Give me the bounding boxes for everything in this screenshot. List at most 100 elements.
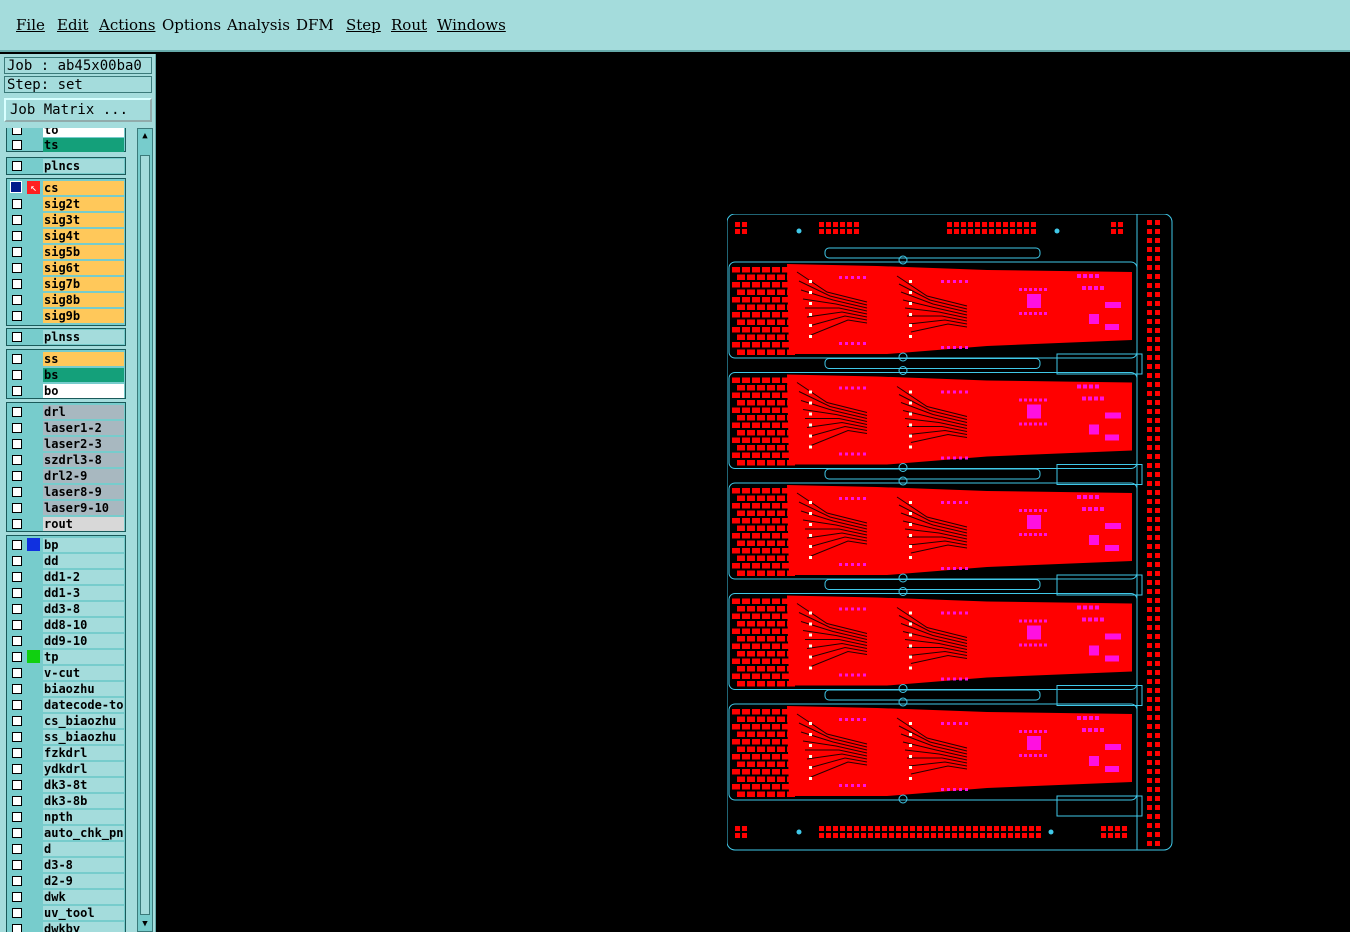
layer-row-sig7b[interactable]: sig7b [7, 276, 125, 292]
menu-windows[interactable]: Windows [437, 16, 506, 34]
layer-row-szdrl3-8[interactable]: szdrl3-8 [7, 452, 125, 468]
layer-checkbox[interactable] [12, 636, 22, 646]
layer-checkbox[interactable] [12, 231, 22, 241]
layer-row-ss[interactable]: ss [7, 351, 125, 367]
layer-row-dd1-3[interactable]: dd1-3 [7, 585, 125, 601]
layer-checkbox[interactable] [12, 620, 22, 630]
layer-row-dk3-8t[interactable]: dk3-8t [7, 777, 125, 793]
layer-checkbox[interactable] [12, 354, 22, 364]
layer-row-ss-biaozhu[interactable]: ss_biaozhu [7, 729, 125, 745]
layer-checkbox[interactable] [12, 684, 22, 694]
layer-checkbox[interactable] [12, 652, 22, 662]
layer-checkbox[interactable] [12, 439, 22, 449]
layer-checkbox[interactable] [12, 556, 22, 566]
layer-row-dd3-8[interactable]: dd3-8 [7, 601, 125, 617]
layer-row-sig3t[interactable]: sig3t [7, 212, 125, 228]
layer-list-scrollbar[interactable]: ▲ ▼ [137, 128, 153, 932]
layer-row-biaozhu[interactable]: biaozhu [7, 681, 125, 697]
layer-checkbox[interactable] [12, 748, 22, 758]
layer-row-plnss[interactable]: plnss [7, 329, 125, 345]
layer-row-dwk[interactable]: dwk [7, 889, 125, 905]
layer-checkbox[interactable] [12, 370, 22, 380]
layer-checkbox[interactable] [12, 892, 22, 902]
layer-row-sig5b[interactable]: sig5b [7, 244, 125, 260]
layer-row-plncs[interactable]: plncs [7, 158, 125, 174]
layer-checkbox[interactable] [12, 780, 22, 790]
layer-checkbox[interactable] [12, 455, 22, 465]
layer-row-sig2t[interactable]: sig2t [7, 196, 125, 212]
layer-checkbox[interactable] [12, 700, 22, 710]
layer-row-cs[interactable]: ↖ cs [7, 180, 125, 196]
layer-checkbox[interactable] [12, 471, 22, 481]
layer-row-drl[interactable]: drl [7, 404, 125, 420]
layer-checkbox[interactable] [12, 796, 22, 806]
menu-edit[interactable]: Edit [57, 16, 88, 34]
graphics-canvas[interactable] [157, 54, 1350, 932]
layer-row-dk3-8b[interactable]: dk3-8b [7, 793, 125, 809]
layer-checkbox[interactable] [12, 588, 22, 598]
layer-checkbox[interactable] [12, 423, 22, 433]
layer-checkbox[interactable] [12, 161, 22, 171]
layer-row-dd8-10[interactable]: dd8-10 [7, 617, 125, 633]
layer-row-d2-9[interactable]: d2-9 [7, 873, 125, 889]
layer-row-bo[interactable]: bo [7, 383, 125, 399]
layer-row-ts[interactable]: ts [7, 137, 125, 153]
layer-row-bp[interactable]: bp [7, 537, 125, 553]
layer-row-dd[interactable]: dd [7, 553, 125, 569]
layer-row-ydkdrl[interactable]: ydkdrl [7, 761, 125, 777]
scroll-up-arrow-icon[interactable]: ▲ [140, 131, 150, 141]
scroll-down-arrow-icon[interactable]: ▼ [140, 919, 150, 929]
layer-checkbox-active[interactable] [10, 181, 22, 193]
job-matrix-button[interactable]: Job Matrix ... [4, 98, 152, 122]
menu-analysis[interactable]: Analysis [227, 16, 290, 34]
layer-row-dd1-2[interactable]: dd1-2 [7, 569, 125, 585]
layer-row-laser8-9[interactable]: laser8-9 [7, 484, 125, 500]
layer-row-auto-chk-pn[interactable]: auto_chk_pn. [7, 825, 125, 841]
layer-checkbox[interactable] [12, 128, 22, 135]
layer-row-npth[interactable]: npth [7, 809, 125, 825]
layer-checkbox[interactable] [12, 604, 22, 614]
layer-checkbox[interactable] [12, 487, 22, 497]
layer-row-laser9-10[interactable]: laser9-10 [7, 500, 125, 516]
layer-row-fzkdrl[interactable]: fzkdrl [7, 745, 125, 761]
layer-checkbox[interactable] [12, 828, 22, 838]
layer-checkbox[interactable] [12, 279, 22, 289]
layer-checkbox[interactable] [12, 199, 22, 209]
layer-row-bs[interactable]: bs [7, 367, 125, 383]
layer-row-sig9b[interactable]: sig9b [7, 308, 125, 324]
layer-checkbox[interactable] [12, 311, 22, 321]
layer-checkbox[interactable] [12, 860, 22, 870]
scrollbar-thumb[interactable] [140, 155, 150, 915]
layer-row-tp[interactable]: tp [7, 649, 125, 665]
layer-checkbox[interactable] [12, 332, 22, 342]
layer-row-cs-biaozhu[interactable]: cs_biaozhu [7, 713, 125, 729]
layer-checkbox[interactable] [12, 924, 22, 932]
menu-dfm[interactable]: DFM [296, 16, 334, 34]
layer-checkbox[interactable] [12, 519, 22, 529]
layer-checkbox[interactable] [12, 572, 22, 582]
layer-checkbox[interactable] [12, 908, 22, 918]
layer-checkbox[interactable] [12, 503, 22, 513]
layer-row-drl2-9[interactable]: drl2-9 [7, 468, 125, 484]
layer-checkbox[interactable] [12, 386, 22, 396]
menu-rout[interactable]: Rout [391, 16, 427, 34]
menu-file[interactable]: File [16, 16, 45, 34]
layer-row-datecode-to[interactable]: datecode-to [7, 697, 125, 713]
layer-checkbox[interactable] [12, 263, 22, 273]
layer-row-sig4t[interactable]: sig4t [7, 228, 125, 244]
layer-row-rout[interactable]: rout [7, 516, 125, 532]
layer-checkbox[interactable] [12, 215, 22, 225]
layer-checkbox[interactable] [12, 140, 22, 150]
layer-row-d[interactable]: d [7, 841, 125, 857]
layer-row-sig8b[interactable]: sig8b [7, 292, 125, 308]
menu-step[interactable]: Step [346, 16, 381, 34]
layer-row-d3-8[interactable]: d3-8 [7, 857, 125, 873]
layer-row-dd9-10[interactable]: dd9-10 [7, 633, 125, 649]
layer-checkbox[interactable] [12, 407, 22, 417]
layer-row-sig6t[interactable]: sig6t [7, 260, 125, 276]
layer-checkbox[interactable] [12, 844, 22, 854]
layer-checkbox[interactable] [12, 716, 22, 726]
layer-row-v-cut[interactable]: v-cut [7, 665, 125, 681]
menu-actions[interactable]: Actions [99, 16, 155, 34]
layer-row-uv-tool[interactable]: uv_tool [7, 905, 125, 921]
